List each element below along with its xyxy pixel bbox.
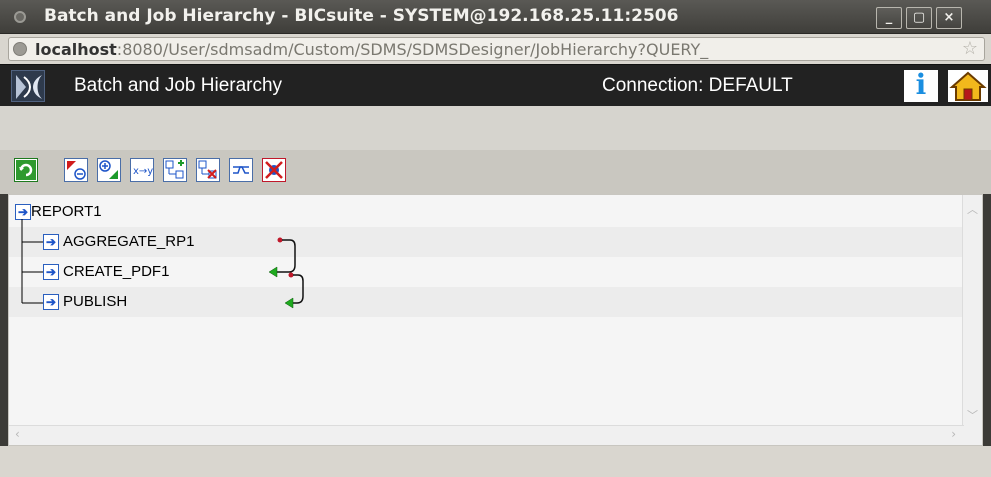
tree-connectors [21, 219, 304, 309]
add-child-icon [165, 160, 184, 179]
xy-layout-button[interactable]: x→y [130, 158, 154, 182]
expand-all-button[interactable] [97, 158, 121, 182]
refresh-icon [16, 160, 36, 180]
window-bottom-frame [0, 446, 991, 477]
browser-urlbar: localhost:8080/User/sdmsadm/Custom/SDMS/… [0, 34, 991, 64]
bookmark-star-icon[interactable]: ☆ [962, 38, 978, 59]
url-field[interactable]: localhost:8080/User/sdmsadm/Custom/SDMS/… [8, 37, 985, 61]
collapse-icon [67, 161, 86, 180]
horizontal-scrollbar[interactable]: ‹ › [9, 425, 964, 445]
dependency-icon [233, 166, 249, 174]
vertical-scrollbar[interactable]: ︿ ﹀ [962, 195, 982, 445]
scroll-right-icon[interactable]: › [951, 427, 956, 441]
hierarchy-tree: ➔ REPORT1 ➔ AGGREGATE_RP1 ➔ CREATE_PDF1 … [8, 194, 983, 446]
delete-child-icon [198, 160, 217, 179]
maximize-button[interactable]: ▢ [906, 7, 932, 29]
close-button[interactable]: × [936, 7, 962, 29]
cancel-button[interactable] [262, 158, 286, 182]
info-button[interactable]: i [904, 70, 938, 102]
window-title: Batch and Job Hierarchy - BICsuite - SYS… [44, 6, 679, 26]
collapse-all-button[interactable] [64, 158, 88, 182]
scroll-down-icon[interactable]: ﹀ [967, 407, 978, 423]
home-button[interactable] [948, 70, 988, 102]
app-header: Batch and Job Hierarchy Connection: DEFA… [0, 64, 991, 106]
xy-icon: x→y [133, 166, 153, 177]
scroll-left-icon[interactable]: ‹ [15, 427, 20, 441]
url-host: localhost [35, 40, 117, 59]
delete-child-button[interactable] [196, 158, 220, 182]
cancel-icon [265, 161, 283, 179]
add-child-button[interactable] [163, 158, 187, 182]
url-path: :8080/User/sdmsadm/Custom/SDMS/SDMSDesig… [116, 40, 709, 59]
minimize-button[interactable]: _ [876, 7, 902, 29]
url-text: localhost:8080/User/sdmsadm/Custom/SDMS/… [35, 40, 955, 59]
connection-label: Connection: DEFAULT [602, 75, 793, 96]
page-title: Batch and Job Hierarchy [74, 75, 283, 96]
refresh-button[interactable] [14, 158, 38, 182]
expand-icon [99, 160, 118, 179]
bicsuite-logo-icon [11, 70, 45, 102]
scroll-up-icon[interactable]: ︿ [967, 201, 978, 217]
site-globe-icon [13, 42, 27, 56]
toggle-dependencies-button[interactable] [229, 158, 253, 182]
home-icon [949, 71, 987, 101]
window-titlebar: Batch and Job Hierarchy - BICsuite - SYS… [0, 0, 991, 34]
svg-text:x→y: x→y [133, 166, 153, 177]
window-menu-icon[interactable] [14, 11, 26, 23]
